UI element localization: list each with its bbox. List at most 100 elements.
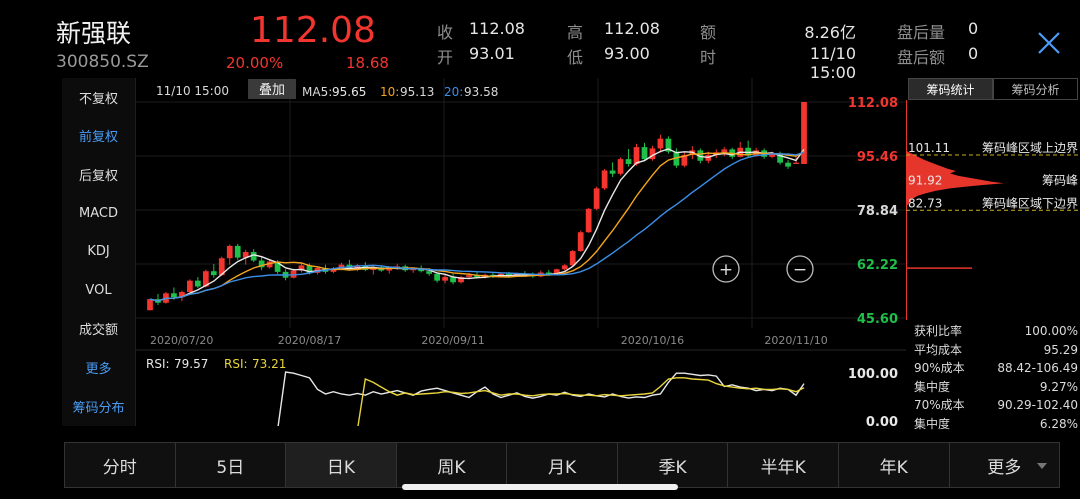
- peak-price: 91.92: [908, 174, 942, 188]
- caret-down-icon: [1037, 463, 1048, 469]
- date-label: 2020/11/10: [764, 334, 827, 347]
- chip-stat-label: 获利比率: [914, 324, 963, 338]
- menu-item-5[interactable]: VOL: [62, 271, 135, 310]
- menu-item-2[interactable]: 后复权: [62, 155, 135, 194]
- zoom-in-button[interactable]: +: [712, 255, 740, 283]
- rsi1-value: 79.57: [174, 357, 208, 371]
- menu-item-3[interactable]: MACD: [62, 194, 135, 233]
- low-label: 低: [567, 48, 584, 67]
- rsi-axis-min: 0.00: [866, 415, 898, 426]
- close-icon[interactable]: [1034, 28, 1064, 58]
- period-tabs: 分时 5日 日K 周K 月K 季K 半年K 年K 更多: [64, 442, 1060, 488]
- rsi1-label: RSI:: [146, 357, 170, 371]
- ma10-value: 95.13: [400, 85, 434, 99]
- candle-body: [194, 280, 201, 287]
- candle-body: [234, 245, 241, 258]
- period-tab-6[interactable]: 半年K: [728, 443, 839, 487]
- period-tab-1[interactable]: 5日: [176, 443, 287, 487]
- rsi-axis-max: 100.00: [848, 367, 898, 382]
- period-tab-label: 分时: [102, 457, 137, 478]
- overlay-button: 叠加: [259, 83, 285, 98]
- chip-stat-row: 平均成本 95.29: [914, 341, 1078, 360]
- candle-body: [147, 299, 153, 311]
- menu-item-1[interactable]: 前复权: [62, 117, 135, 156]
- kline-chart[interactable]: 112.08 95.46 78.84 62.22 45.60 11/10 15:00 叠加 M…: [136, 78, 906, 426]
- candle-body: [561, 265, 568, 270]
- period-tab-label: 周K: [437, 457, 466, 478]
- after-volume-label: 盘后量: [897, 23, 946, 42]
- stock-name: 新强联: [56, 19, 132, 48]
- kline-svg[interactable]: 112.08 95.46 78.84 62.22 45.60 11/10 15:00 叠加 M…: [136, 78, 906, 426]
- chip-stat-label: 70%成本: [914, 398, 965, 412]
- menu-item-0[interactable]: 不复权: [62, 78, 135, 117]
- price-axis-label: 78.84: [857, 204, 898, 219]
- period-tab-label: 日K: [326, 457, 355, 478]
- menu-item-4[interactable]: KDJ: [62, 232, 135, 271]
- zoom-out-button[interactable]: −: [786, 255, 814, 283]
- indicator-menu: 不复权 前复权 后复权 MACD KDJ VOL 成交额 更多 筹码分布: [62, 78, 136, 426]
- chip-stat-value: 100.00%: [1024, 324, 1078, 338]
- date-label: 2020/07/20: [150, 334, 213, 347]
- price-axis-label: 45.60: [857, 312, 898, 327]
- close-label: 收: [437, 23, 454, 42]
- candle-body: [609, 170, 616, 174]
- upper-price: 101.11: [908, 141, 950, 155]
- time-label: 时: [700, 48, 717, 67]
- period-tab-3[interactable]: 周K: [397, 443, 508, 487]
- chip-stat-value: 88.42-106.49: [997, 361, 1078, 375]
- candle-body: [210, 271, 217, 276]
- menu-item-6[interactable]: 成交额: [62, 310, 135, 349]
- after-amount-value: 0: [968, 44, 979, 63]
- candle-body: [434, 273, 440, 281]
- home-indicator[interactable]: [402, 484, 678, 490]
- chip-distribution-chart: 101.11 筹码峰区域上边界 91.92 筹码峰 82.73 筹码峰区域下边界: [906, 100, 1080, 322]
- rsi2-line: [357, 377, 805, 426]
- candle-body: [226, 245, 233, 259]
- chip-stat-value: 9.27%: [1039, 379, 1078, 394]
- menu-item-7[interactable]: 更多: [62, 348, 135, 387]
- chip-stat-row: 90%成本 88.42-106.49: [914, 359, 1078, 378]
- candle-body: [657, 138, 664, 149]
- ma5-value: 95.65: [332, 85, 366, 99]
- period-tab-label: 年K: [879, 457, 908, 478]
- period-tab-8[interactable]: 更多: [950, 443, 1060, 487]
- menu-item-8[interactable]: 筹码分布: [62, 387, 135, 426]
- candle-body: [633, 147, 640, 164]
- open-value: 93.01: [469, 44, 515, 63]
- date-label: 2020/10/16: [621, 334, 684, 347]
- period-tab-7[interactable]: 年K: [839, 443, 950, 487]
- candle-body: [625, 159, 632, 164]
- after-volume-value: 0: [968, 19, 979, 38]
- period-tab-4[interactable]: 月K: [507, 443, 618, 487]
- period-tab-0[interactable]: 分时: [65, 443, 176, 487]
- chip-tab-0[interactable]: 筹码统计: [908, 78, 993, 100]
- chip-tab-1[interactable]: 筹码分析: [993, 78, 1078, 100]
- chip-stat-row: 70%成本 90.29-102.40: [914, 396, 1078, 415]
- date-label: 2020/08/17: [278, 334, 341, 347]
- close-value: 112.08: [469, 19, 525, 38]
- upper-label: 筹码峰区域上边界: [982, 141, 1078, 155]
- price-axis-label: 62.22: [857, 258, 898, 273]
- chip-stat-row: 集中度 6.28%: [914, 415, 1078, 434]
- chip-stat-label: 平均成本: [914, 342, 963, 357]
- candle-body: [466, 275, 472, 278]
- period-tab-5[interactable]: 季K: [618, 443, 729, 487]
- ma20-line: [149, 151, 805, 302]
- candle-body: [569, 251, 576, 266]
- candle-body: [617, 159, 624, 174]
- rsi2-value: 73.21: [252, 357, 286, 371]
- candle-body: [785, 162, 791, 167]
- after-amount-label: 盘后额: [897, 48, 946, 67]
- period-tab-2[interactable]: 日K: [286, 443, 397, 487]
- chip-stat-value: 95.29: [1043, 342, 1078, 357]
- peak-label: 筹码峰: [1042, 174, 1078, 188]
- period-tab-label: 更多: [987, 457, 1022, 478]
- candle-body: [442, 277, 448, 281]
- chip-stat-label: 90%成本: [914, 361, 965, 375]
- ma20-label: 20:: [444, 85, 463, 99]
- lower-price: 82.73: [908, 196, 942, 210]
- change-percent: 20.00%: [226, 54, 284, 72]
- period-tab-label: 半年K: [760, 457, 806, 478]
- date-label: 2020/09/11: [421, 334, 484, 347]
- period-tab-label: 5日: [216, 457, 245, 478]
